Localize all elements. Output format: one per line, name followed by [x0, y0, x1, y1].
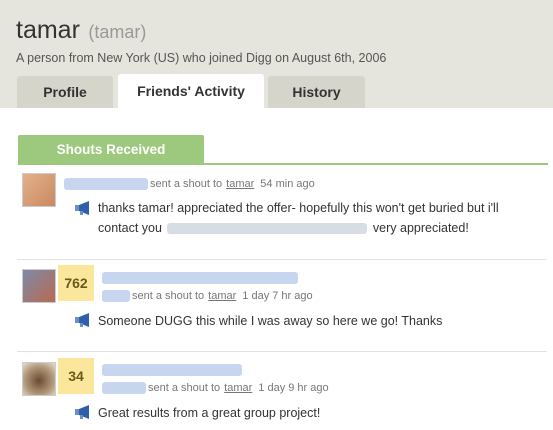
shout-sent-text: sent a shout to — [132, 290, 205, 302]
shout-time: 1 day 9 hr ago — [258, 382, 329, 394]
digg-count-badge[interactable]: 762 — [58, 265, 94, 301]
page-title: tamar (tamar) — [16, 16, 146, 45]
shout-message: Someone DUGG this while I was away so he… — [98, 314, 443, 328]
story-link[interactable] — [102, 364, 242, 376]
shout-time: 1 day 7 hr ago — [242, 290, 313, 302]
megaphone-icon — [75, 201, 89, 215]
shout-time: 54 min ago — [260, 178, 315, 190]
profile-header: tamar (tamar) A person from New York (US… — [0, 0, 553, 108]
message-text-end: very appreciated! — [372, 221, 469, 235]
item-divider — [17, 259, 547, 260]
recipient-link[interactable]: tamar — [224, 382, 252, 394]
recipient-link[interactable]: tamar — [208, 290, 236, 302]
item-divider — [17, 351, 547, 352]
digg-count-badge[interactable]: 34 — [58, 358, 94, 394]
avatar[interactable] — [22, 362, 56, 396]
avatar[interactable] — [22, 269, 56, 303]
shout-sent-text: sent a shout to — [150, 178, 223, 190]
profile-subtitle: A person from New York (US) who joined D… — [16, 51, 387, 65]
tab-history[interactable]: History — [268, 76, 365, 108]
megaphone-icon — [75, 405, 89, 419]
recipient-link[interactable]: tamar — [226, 178, 254, 190]
shout-message: Great results from a great group project… — [98, 406, 321, 420]
sender-link[interactable] — [64, 178, 148, 190]
section-header: Shouts Received — [18, 135, 548, 165]
shout-message: thanks tamar! appreciated the offer- hop… — [98, 198, 508, 238]
tab-label: History — [292, 84, 341, 100]
sender-link[interactable] — [102, 290, 130, 302]
section-title: Shouts Received — [18, 135, 204, 163]
username: tamar — [16, 16, 80, 44]
megaphone-icon — [75, 313, 89, 327]
redacted-link[interactable] — [167, 223, 368, 235]
tab-friends-activity[interactable]: Friends' Activity — [118, 74, 264, 108]
avatar[interactable] — [22, 173, 56, 207]
tab-label: Friends' Activity — [137, 83, 245, 99]
shout-sent-text: sent a shout to — [148, 382, 221, 394]
user-alias: (tamar) — [88, 22, 147, 42]
sender-link[interactable] — [102, 382, 146, 394]
tab-label: Profile — [43, 84, 87, 100]
section-divider — [18, 163, 548, 165]
story-link[interactable] — [102, 272, 298, 284]
tab-profile[interactable]: Profile — [17, 76, 113, 108]
